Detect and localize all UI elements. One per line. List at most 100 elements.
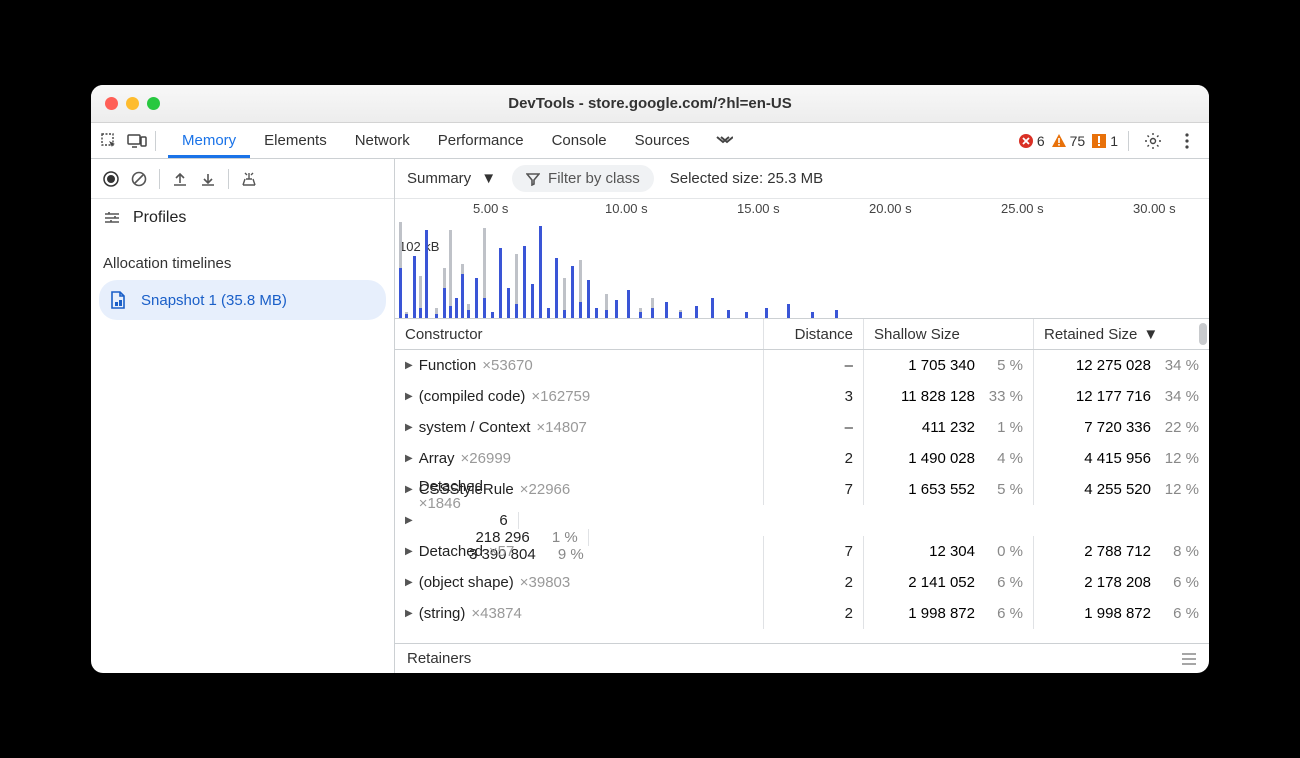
main-panel: Summary ▼ Filter by class Selected size:…: [395, 159, 1209, 673]
constructor-name: (string): [419, 605, 466, 622]
shallow-size-cell: 12 3040 %: [864, 536, 1034, 567]
sidebar-toolbar: [91, 159, 394, 199]
constructor-count: ×53670: [482, 357, 532, 374]
heap-view-toolbar: Summary ▼ Filter by class Selected size:…: [395, 159, 1209, 199]
constructor-count: ×14807: [536, 419, 586, 436]
more-tabs-icon[interactable]: [710, 127, 738, 155]
scrollbar-thumb[interactable]: [1199, 323, 1207, 345]
window-minimize-button[interactable]: [126, 97, 139, 110]
tab-console[interactable]: Console: [538, 123, 621, 158]
column-header-shallow-size[interactable]: Shallow Size: [864, 319, 1034, 349]
chart-tick: 30.00 s: [1133, 201, 1176, 216]
constructor-name: Detached: [419, 543, 483, 560]
constructor-count: ×43874: [471, 605, 521, 622]
warning-count-value: 75: [1070, 133, 1086, 149]
shallow-size-cell: 11 828 12833 %: [864, 381, 1034, 412]
constructor-name: Array: [419, 450, 455, 467]
hamburger-menu-icon[interactable]: [1181, 653, 1197, 665]
download-icon[interactable]: [194, 165, 222, 193]
garbage-collect-icon[interactable]: [235, 165, 263, 193]
tab-sources[interactable]: Sources: [621, 123, 704, 158]
error-icon: [1018, 133, 1034, 149]
tab-elements[interactable]: Elements: [250, 123, 341, 158]
table-row[interactable]: ▶ system / Context ×14807–411 2321 %7 72…: [395, 412, 1209, 443]
expand-triangle-icon[interactable]: ▶: [405, 515, 413, 526]
kebab-menu-icon[interactable]: [1173, 127, 1201, 155]
sort-descending-icon: ▼: [1143, 326, 1158, 343]
sidebar: Profiles Allocation timelines Snapshot 1…: [91, 159, 395, 673]
expand-triangle-icon[interactable]: ▶: [405, 484, 413, 495]
retained-size-cell: 2 178 2086 %: [1034, 567, 1209, 598]
expand-triangle-icon[interactable]: ▶: [405, 608, 413, 619]
shallow-size-cell: 1 998 8726 %: [864, 598, 1034, 629]
profiles-section[interactable]: Profiles: [91, 199, 394, 237]
window-titlebar: DevTools - store.google.com/?hl=en-US: [91, 85, 1209, 123]
upload-icon[interactable]: [166, 165, 194, 193]
table-row[interactable]: ▶ Array ×2699921 490 0284 %4 415 95612 %: [395, 443, 1209, 474]
chart-tick: 5.00 s: [473, 201, 508, 216]
window-title: DevTools - store.google.com/?hl=en-US: [91, 95, 1209, 112]
allocation-timeline-chart[interactable]: 5.00 s10.00 s15.00 s20.00 s25.00 s30.00 …: [395, 199, 1209, 319]
tab-performance[interactable]: Performance: [424, 123, 538, 158]
divider: [155, 131, 156, 151]
retained-size-cell: 2 788 7128 %: [1034, 536, 1209, 567]
divider: [1128, 131, 1129, 151]
content-area: Profiles Allocation timelines Snapshot 1…: [91, 159, 1209, 673]
constructor-name: (object shape): [419, 574, 514, 591]
column-header-retained-size[interactable]: Retained Size ▼: [1034, 319, 1209, 349]
distance-cell: 3: [764, 381, 864, 412]
warning-icon: [1051, 133, 1067, 149]
divider: [228, 169, 229, 189]
expand-triangle-icon[interactable]: ▶: [405, 422, 413, 433]
divider: [159, 169, 160, 189]
device-toggle-icon[interactable]: [123, 127, 151, 155]
retainers-panel-header[interactable]: Retainers: [395, 643, 1209, 673]
class-filter-input[interactable]: Filter by class: [512, 165, 654, 192]
traffic-lights: [105, 97, 160, 110]
settings-icon[interactable]: [1139, 127, 1167, 155]
column-header-distance[interactable]: Distance: [764, 319, 864, 349]
tab-memory[interactable]: Memory: [168, 123, 250, 158]
main-toolbar: MemoryElementsNetworkPerformanceConsoleS…: [91, 123, 1209, 159]
toolbar-status: 6 75 1: [1018, 127, 1205, 155]
expand-triangle-icon[interactable]: ▶: [405, 391, 413, 402]
window-close-button[interactable]: [105, 97, 118, 110]
error-count[interactable]: 6: [1018, 133, 1045, 149]
distance-cell: –: [764, 350, 864, 381]
column-header-constructor[interactable]: Constructor: [395, 319, 764, 349]
table-row[interactable]: ▶ Detached ×18466218 2961 %3 390 8049 %: [395, 505, 1209, 536]
sidebar-item-snapshot-1[interactable]: Snapshot 1 (35.8 MB): [99, 280, 386, 320]
issue-icon: [1091, 133, 1107, 149]
retained-size-cell: 4 255 52012 %: [1034, 474, 1209, 505]
selected-size-label: Selected size: 25.3 MB: [670, 170, 823, 187]
table-row[interactable]: ▶ Function ×53670–1 705 3405 %12 275 028…: [395, 350, 1209, 381]
constructor-count: ×162759: [531, 388, 590, 405]
window-maximize-button[interactable]: [147, 97, 160, 110]
chart-bars: [395, 222, 1209, 318]
filter-settings-icon: [103, 211, 121, 225]
expand-triangle-icon[interactable]: ▶: [405, 453, 413, 464]
table-row[interactable]: ▶ Detached ×57712 3040 %2 788 7128 %: [395, 536, 1209, 567]
table-row[interactable]: ▶ (string) ×4387421 998 8726 %1 998 8726…: [395, 598, 1209, 629]
table-row[interactable]: ▶ (compiled code) ×162759311 828 12833 %…: [395, 381, 1209, 412]
filter-placeholder: Filter by class: [548, 170, 640, 187]
expand-triangle-icon[interactable]: ▶: [405, 546, 413, 557]
warning-count[interactable]: 75: [1051, 133, 1086, 149]
panel-tabs: MemoryElementsNetworkPerformanceConsoleS…: [168, 123, 704, 158]
distance-cell: –: [764, 412, 864, 443]
issue-count[interactable]: 1: [1091, 133, 1118, 149]
record-icon[interactable]: [97, 165, 125, 193]
distance-cell: 6: [419, 512, 519, 529]
inspect-element-icon[interactable]: [95, 127, 123, 155]
chart-tick: 25.00 s: [1001, 201, 1044, 216]
clear-icon[interactable]: [125, 165, 153, 193]
expand-triangle-icon[interactable]: ▶: [405, 577, 413, 588]
constructor-name: Function: [419, 357, 477, 374]
view-mode-dropdown[interactable]: Summary ▼: [407, 170, 496, 187]
chart-tick: 15.00 s: [737, 201, 780, 216]
retained-size-cell: 12 177 71634 %: [1034, 381, 1209, 412]
table-row[interactable]: ▶ (object shape) ×3980322 141 0526 %2 17…: [395, 567, 1209, 598]
expand-triangle-icon[interactable]: ▶: [405, 360, 413, 371]
view-mode-label: Summary: [407, 170, 471, 187]
tab-network[interactable]: Network: [341, 123, 424, 158]
